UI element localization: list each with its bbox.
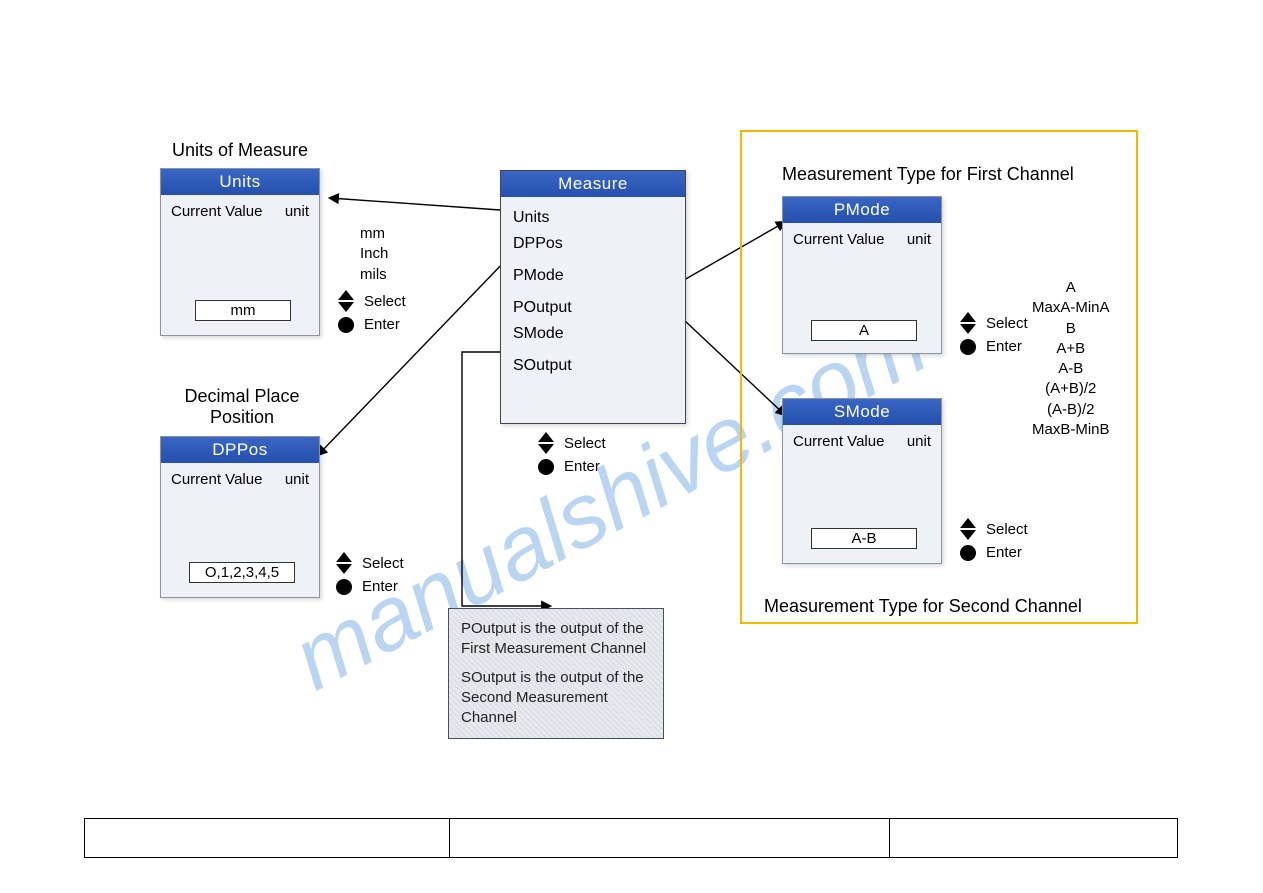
select-label: Select — [362, 555, 404, 572]
output-note-box: POutput is the output of the First Measu… — [448, 608, 664, 739]
pmode-panel-header: PMode — [783, 197, 941, 223]
mode-option-2: B — [1032, 319, 1110, 339]
mode-option-3: A+B — [1032, 339, 1110, 359]
smode-cv-label: Current Value — [793, 433, 884, 450]
smode-controls: Select Enter — [956, 518, 1028, 565]
units-option-inch: Inch — [360, 244, 388, 264]
dppos-cv-unit: unit — [285, 471, 309, 488]
menu-item-soutput[interactable]: SOutput — [501, 353, 685, 379]
updown-icon[interactable] — [956, 312, 980, 334]
units-cv-unit: unit — [285, 203, 309, 220]
updown-icon[interactable] — [534, 432, 558, 454]
units-panel-header: Units — [161, 169, 319, 195]
first-channel-label: Measurement Type for First Channel — [782, 164, 1074, 185]
enter-icon[interactable] — [956, 339, 980, 355]
menu-item-dppos[interactable]: DPPos — [501, 231, 685, 257]
units-panel: Units Current Value unit mm — [160, 168, 320, 336]
enter-label: Enter — [986, 544, 1022, 561]
second-channel-label: Measurement Type for Second Channel — [764, 596, 1082, 617]
menu-item-poutput[interactable]: POutput — [501, 295, 685, 321]
measure-menu-header: Measure — [501, 171, 685, 197]
menu-item-smode[interactable]: SMode — [501, 321, 685, 347]
units-options-list: mm Inch mils — [360, 224, 388, 285]
updown-icon[interactable] — [332, 552, 356, 574]
smode-panel-header: SMode — [783, 399, 941, 425]
dppos-value-box[interactable]: O,1,2,3,4,5 — [189, 562, 295, 583]
enter-icon[interactable] — [334, 317, 358, 333]
pmode-cv-unit: unit — [907, 231, 931, 248]
mode-option-1: MaxA-MinA — [1032, 298, 1110, 318]
units-option-mils: mils — [360, 265, 388, 285]
select-label: Select — [364, 293, 406, 310]
pmode-current-value-row: Current Value unit — [783, 223, 941, 248]
units-controls: Select Enter — [334, 290, 406, 337]
units-of-measure-label: Units of Measure — [172, 140, 308, 161]
enter-label: Enter — [986, 338, 1022, 355]
mode-option-0: A — [1032, 278, 1110, 298]
enter-label: Enter — [564, 458, 600, 475]
updown-icon[interactable] — [334, 290, 358, 312]
units-value-box[interactable]: mm — [195, 300, 291, 321]
dppos-controls: Select Enter — [332, 552, 404, 599]
pmode-value-box[interactable]: A — [811, 320, 917, 341]
footer-cell-2 — [450, 819, 890, 857]
mode-options-list: A MaxA-MinA B A+B A-B (A+B)/2 (A-B)/2 Ma… — [1032, 278, 1110, 440]
footer-cell-1 — [85, 819, 450, 857]
smode-cv-unit: unit — [907, 433, 931, 450]
footer-cell-3 — [890, 819, 1177, 857]
dppos-panel-header: DPPos — [161, 437, 319, 463]
menu-item-pmode[interactable]: PMode — [501, 263, 685, 289]
dppos-panel: DPPos Current Value unit O,1,2,3,4,5 — [160, 436, 320, 598]
pmode-panel: PMode Current Value unit A — [782, 196, 942, 354]
units-current-value-row: Current Value unit — [161, 195, 319, 220]
diagram-canvas: manualshive.com Units of Measure Units C… — [0, 0, 1263, 893]
enter-icon[interactable] — [534, 459, 558, 475]
enter-label: Enter — [364, 316, 400, 333]
measure-controls: Select Enter — [534, 432, 606, 479]
dppos-cv-label: Current Value — [171, 471, 262, 488]
pmode-cv-label: Current Value — [793, 231, 884, 248]
units-cv-label: Current Value — [171, 203, 262, 220]
pmode-controls: Select Enter — [956, 312, 1028, 359]
enter-icon[interactable] — [332, 579, 356, 595]
mode-option-7: MaxB-MinB — [1032, 420, 1110, 440]
enter-icon[interactable] — [956, 545, 980, 561]
select-label: Select — [986, 315, 1028, 332]
note-line-2: SOutput is the output of the Second Meas… — [461, 668, 651, 729]
mode-option-4: A-B — [1032, 359, 1110, 379]
footer-table — [84, 818, 1178, 858]
smode-current-value-row: Current Value unit — [783, 425, 941, 450]
mode-option-5: (A+B)/2 — [1032, 379, 1110, 399]
dppos-current-value-row: Current Value unit — [161, 463, 319, 488]
select-label: Select — [986, 521, 1028, 538]
updown-icon[interactable] — [956, 518, 980, 540]
smode-value-box[interactable]: A-B — [811, 528, 917, 549]
select-label: Select — [564, 435, 606, 452]
enter-label: Enter — [362, 578, 398, 595]
dppos-label: Decimal Place Position — [162, 386, 322, 428]
units-option-mm: mm — [360, 224, 388, 244]
measure-menu: Measure Units DPPos PMode POutput SMode … — [500, 170, 686, 424]
mode-option-6: (A-B)/2 — [1032, 400, 1110, 420]
note-line-1: POutput is the output of the First Measu… — [461, 619, 651, 660]
smode-panel: SMode Current Value unit A-B — [782, 398, 942, 564]
menu-item-units[interactable]: Units — [501, 205, 685, 231]
